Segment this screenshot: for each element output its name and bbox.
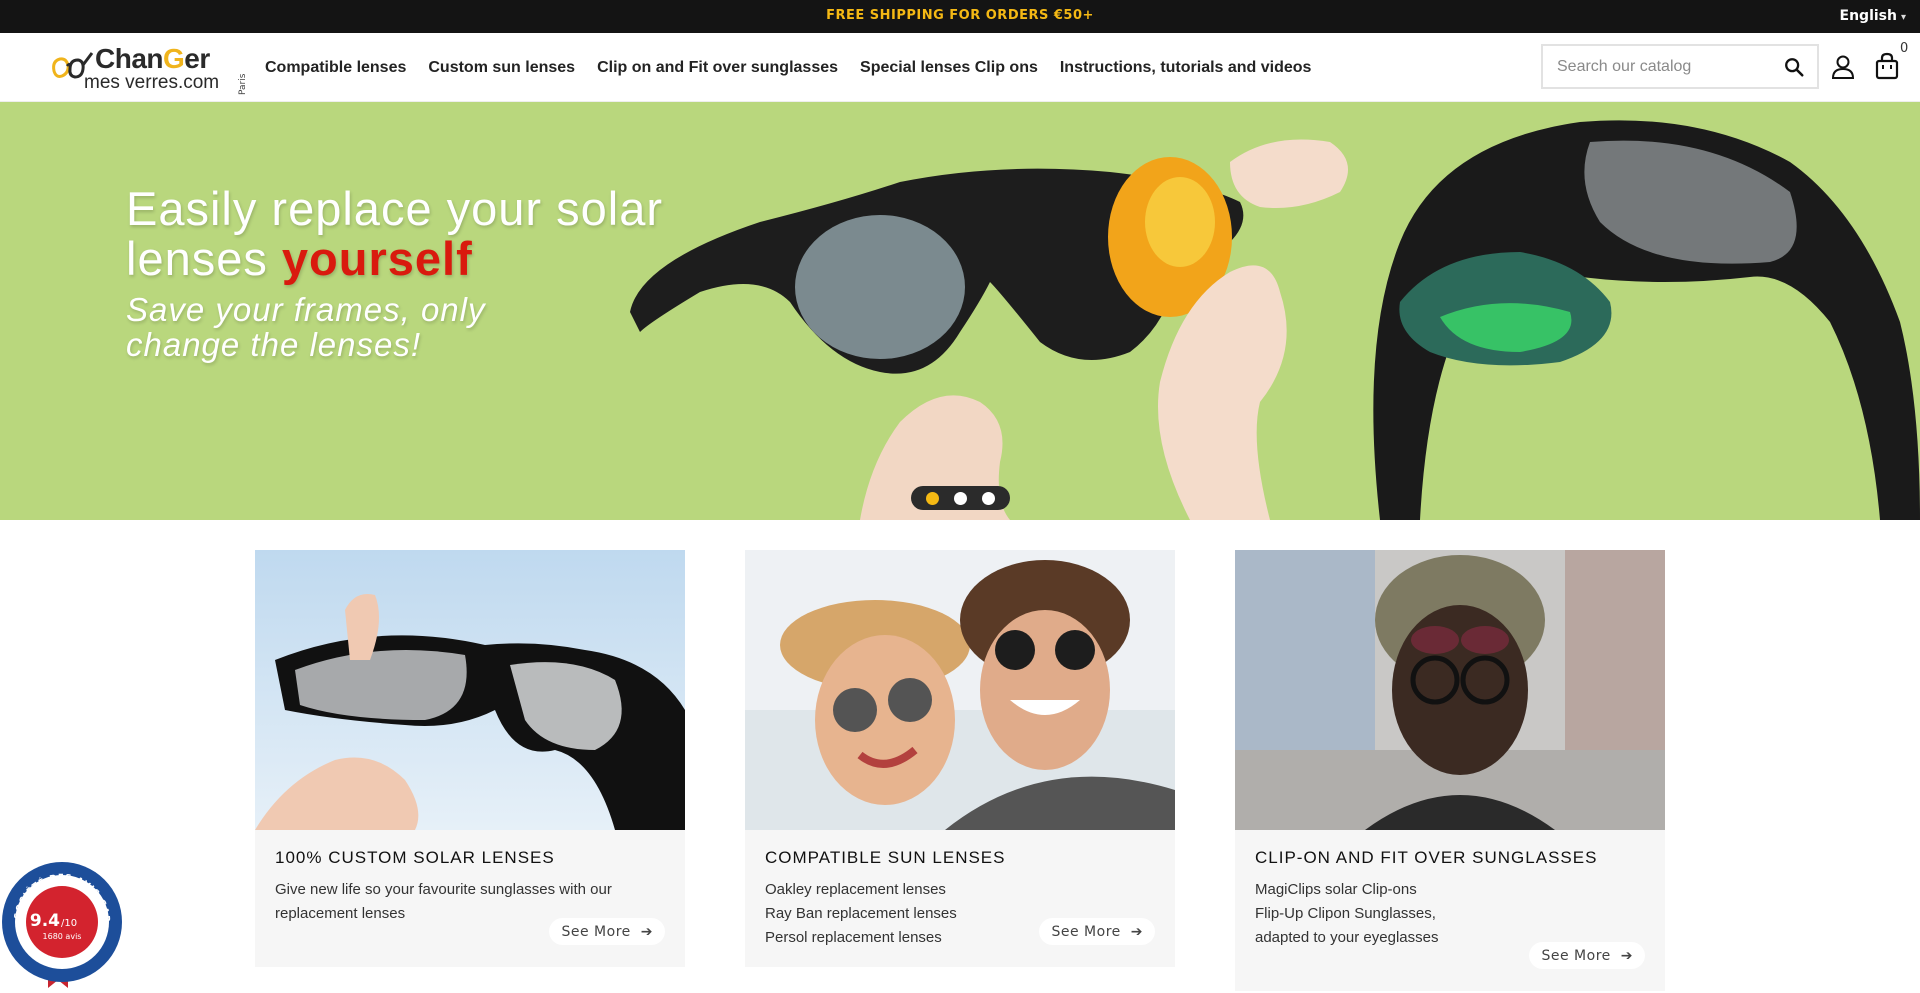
see-more-button[interactable]: See More ➔	[1039, 918, 1155, 945]
couple-sunglasses-image	[745, 550, 1175, 830]
badge-score: 9.4	[30, 911, 60, 931]
user-icon[interactable]	[1830, 54, 1856, 80]
arrow-right-icon[interactable]: ➔	[641, 924, 653, 940]
site-header: ChanGer mes verres.com Paris Compatible …	[0, 33, 1920, 102]
language-selector[interactable]: English ▾	[1840, 8, 1906, 24]
logo-text-g: G	[163, 43, 185, 74]
arrow-right-icon[interactable]: ➔	[1131, 924, 1143, 940]
search-icon[interactable]	[1783, 56, 1805, 78]
card-body: COMPATIBLE SUN LENSES Oakley replacement…	[745, 830, 1175, 968]
card-custom-solar-lenses[interactable]: 100% CUSTOM SOLAR LENSES Give new life s…	[255, 550, 685, 967]
card-image-custom-lenses	[255, 550, 685, 830]
announcement-bar: FREE SHIPPING FOR ORDERS €50+ English ▾	[0, 0, 1920, 33]
logo-wordmark: ChanGer	[95, 43, 210, 75]
hero-slider[interactable]: Easily replace your solar lenses yoursel…	[0, 102, 1920, 520]
hero-subtitle: Save your frames, only change the lenses…	[126, 291, 486, 363]
card-title[interactable]: COMPATIBLE SUN LENSES	[765, 848, 1155, 868]
card-text-line[interactable]: Flip-Up Clipon Sunglasses,	[1255, 902, 1645, 926]
card-text-line: Give new life so your favourite sunglass…	[275, 881, 612, 898]
see-more-button[interactable]: See More ➔	[549, 918, 665, 945]
nav-clip-on-fit-over[interactable]: Clip on and Fit over sunglasses	[597, 59, 838, 77]
see-more-button[interactable]: See More ➔	[1529, 942, 1645, 969]
see-more-label[interactable]: See More	[561, 924, 630, 940]
search-box	[1541, 44, 1819, 89]
card-clip-on-fit-over[interactable]: CLIP-ON AND FIT OVER SUNGLASSES MagiClip…	[1235, 550, 1665, 991]
nav-compatible-lenses[interactable]: Compatible lenses	[265, 59, 406, 77]
logo-domain: mes verres.com	[84, 72, 220, 93]
card-text-line[interactable]: MagiClips solar Clip-ons	[1255, 878, 1645, 902]
see-more-label[interactable]: See More	[1541, 948, 1610, 964]
logo-city: Paris	[238, 73, 248, 95]
card-title[interactable]: CLIP-ON AND FIT OVER SUNGLASSES	[1255, 848, 1645, 868]
slide-dot-2[interactable]	[953, 491, 967, 505]
slide-dot-3[interactable]	[981, 491, 995, 505]
card-text-line[interactable]: Oakley replacement lenses	[765, 878, 1155, 902]
man-clip-on-glasses-image	[1235, 550, 1665, 830]
hero-title-highlight: yourself	[281, 232, 473, 285]
search-input[interactable]	[1557, 54, 1767, 79]
card-image-compatible	[745, 550, 1175, 830]
nav-custom-sun-lenses[interactable]: Custom sun lenses	[428, 59, 575, 77]
card-compatible-sun-lenses[interactable]: COMPATIBLE SUN LENSES Oakley replacement…	[745, 550, 1175, 967]
slider-pagination	[911, 486, 1010, 510]
card-title[interactable]: 100% CUSTOM SOLAR LENSES	[275, 848, 665, 868]
card-image-clip-on	[1235, 550, 1665, 830]
badge-review-count: 1680 avis	[43, 932, 82, 941]
badge-scale: /10	[61, 918, 77, 929]
slide-dot-1[interactable]	[926, 491, 940, 505]
chevron-down-icon[interactable]: ▾	[1901, 12, 1906, 23]
card-body: CLIP-ON AND FIT OVER SUNGLASSES MagiClip…	[1235, 830, 1665, 969]
language-label[interactable]: English	[1840, 8, 1897, 24]
nav-instructions-tutorials[interactable]: Instructions, tutorials and videos	[1060, 59, 1312, 77]
cart-icon[interactable]	[1874, 52, 1900, 80]
logo-text-b: er	[184, 43, 210, 74]
reviews-badge[interactable]: SOCIÉTÉ DES AVIS GARANTIS 9.4 /10 1680 a…	[0, 860, 125, 990]
nav-special-lenses-clip-ons[interactable]: Special lenses Clip ons	[860, 59, 1038, 77]
cart-count: 0	[1900, 41, 1909, 56]
logo-text-a: Chan	[95, 43, 164, 74]
hero-title: Easily replace your solar lenses yoursel…	[126, 184, 766, 284]
site-logo[interactable]: ChanGer mes verres.com Paris	[50, 43, 250, 95]
sunglasses-sky-image	[255, 550, 685, 830]
main-nav: Compatible lenses Custom sun lenses Clip…	[265, 59, 1333, 77]
card-body: 100% CUSTOM SOLAR LENSES Give new life s…	[255, 830, 685, 945]
free-shipping-banner: FREE SHIPPING FOR ORDERS €50+	[826, 8, 1094, 23]
see-more-label[interactable]: See More	[1051, 924, 1120, 940]
arrow-right-icon[interactable]: ➔	[1621, 948, 1633, 964]
